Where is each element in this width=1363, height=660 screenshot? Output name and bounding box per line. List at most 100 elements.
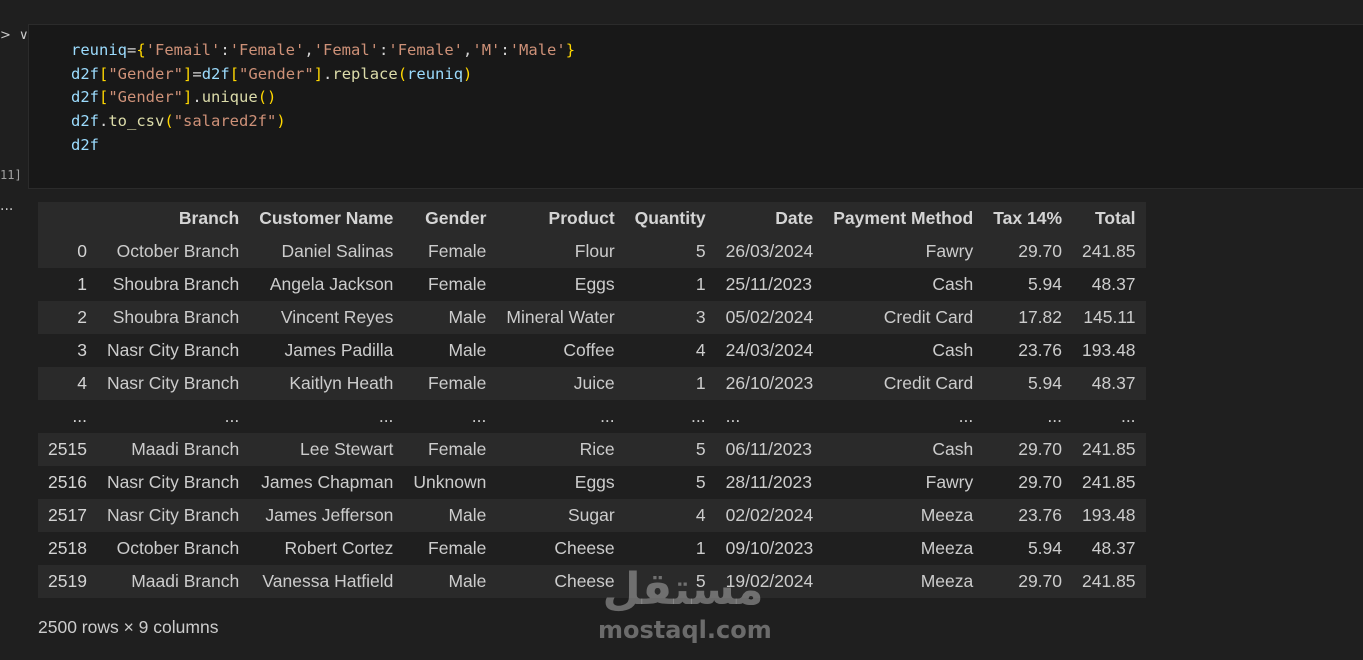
table-cell: 145.11 bbox=[1083, 307, 1136, 327]
table-cell: James Jefferson bbox=[265, 505, 394, 525]
row-index: 3 bbox=[77, 340, 87, 360]
table-cell: 48.37 bbox=[1091, 538, 1136, 558]
table-cell: 5.94 bbox=[1027, 274, 1063, 294]
code-token: d2f bbox=[71, 64, 99, 83]
code-token: : bbox=[379, 41, 389, 59]
table-cell: 05/02/2024 bbox=[725, 307, 814, 327]
dataframe-table: Branch Customer Name Gender Product Quantity… bbox=[38, 202, 1146, 598]
code-token: "Gender" bbox=[108, 64, 183, 83]
table-cell: Angela Jackson bbox=[269, 274, 394, 294]
code-token: ] bbox=[183, 64, 193, 83]
column-header: Customer Name bbox=[259, 208, 394, 228]
table-cell: 1 bbox=[695, 373, 706, 393]
table-cell: 19/02/2024 bbox=[725, 571, 814, 591]
table-cell: 241.85 bbox=[1082, 439, 1136, 459]
table-cell: October Branch bbox=[116, 241, 240, 261]
cell-collapse-chevron[interactable]: > ∨ bbox=[0, 28, 31, 43]
table-cell: 5 bbox=[695, 472, 706, 492]
row-index: 0 bbox=[77, 241, 87, 261]
table-cell: Juice bbox=[573, 373, 615, 393]
table-cell: Eggs bbox=[574, 472, 615, 492]
table-cell: 5 bbox=[695, 571, 706, 591]
column-header: Gender bbox=[425, 208, 487, 228]
table-row: 1 Shoubra Branch Angela Jackson Female Eggs 1… bbox=[38, 268, 1146, 301]
code-token: to_csv bbox=[108, 112, 165, 131]
code-token: () bbox=[257, 88, 277, 107]
code-cell-editor[interactable]: reuniq={'Femail':'Female','Femal':'Femal… bbox=[28, 24, 1363, 189]
column-header: Product bbox=[548, 208, 615, 228]
table-cell: 241.85 bbox=[1082, 472, 1136, 492]
table-cell: 17.82 bbox=[1018, 307, 1063, 327]
table-cell: Maadi Branch bbox=[131, 571, 240, 591]
watermark-latin: mostaql.com bbox=[598, 616, 772, 644]
table-cell: 26/10/2023 bbox=[725, 373, 814, 393]
table-cell: Meeza bbox=[920, 571, 974, 591]
code-token: : bbox=[500, 41, 510, 59]
row-index: 2515 bbox=[48, 439, 87, 459]
table-cell: 1 bbox=[695, 274, 706, 294]
code-token: 'Female' bbox=[388, 41, 464, 59]
code-token: ) bbox=[276, 112, 286, 131]
table-cell: Female bbox=[428, 241, 487, 261]
table-cell: 06/11/2023 bbox=[725, 439, 812, 459]
code-token: ( bbox=[397, 64, 408, 83]
table-cell: Male bbox=[448, 340, 487, 360]
table-cell: ... bbox=[1047, 406, 1063, 426]
table-cell: Eggs bbox=[574, 274, 615, 294]
table-cell: 25/11/2023 bbox=[725, 274, 812, 294]
output-menu-icon[interactable]: ... bbox=[0, 198, 13, 214]
code-line: d2f["Gender"].unique() bbox=[71, 86, 575, 110]
code-token: 'Femail' bbox=[145, 41, 221, 59]
table-cell: 5.94 bbox=[1027, 538, 1063, 558]
code-token: unique bbox=[201, 88, 258, 107]
column-header: Date bbox=[775, 208, 814, 228]
table-cell: Fawry bbox=[925, 241, 974, 261]
column-header: Tax 14% bbox=[993, 208, 1063, 228]
row-index: 1 bbox=[77, 274, 87, 294]
table-cell: Cash bbox=[932, 439, 974, 459]
table-cell: 02/02/2024 bbox=[725, 505, 814, 525]
table-cell: 23.76 bbox=[1018, 340, 1063, 360]
table-cell: ... bbox=[378, 406, 394, 426]
code-token: d2f bbox=[71, 135, 99, 154]
row-index: 2518 bbox=[48, 538, 87, 558]
code-token: reuniq bbox=[71, 41, 127, 59]
code-token: . bbox=[192, 88, 202, 107]
table-cell: Sugar bbox=[567, 505, 615, 525]
table-cell: 29.70 bbox=[1018, 571, 1063, 591]
code-token: d2f bbox=[71, 112, 99, 131]
table-row: 2516 Nasr City Branch James Chapman Unknown… bbox=[38, 466, 1146, 499]
table-cell: Fawry bbox=[925, 472, 974, 492]
code-token: { bbox=[136, 41, 146, 59]
code-line: d2f["Gender"]=d2f["Gender"].replace(reun… bbox=[71, 63, 575, 87]
table-cell: ... bbox=[725, 406, 741, 426]
code-token: , bbox=[463, 41, 473, 59]
table-cell: Nasr City Branch bbox=[106, 340, 240, 360]
table-cell: Female bbox=[428, 538, 487, 558]
table-cell: Nasr City Branch bbox=[106, 373, 240, 393]
code-token: ) bbox=[463, 64, 473, 83]
table-cell: Meeza bbox=[920, 538, 974, 558]
table-cell: 4 bbox=[695, 505, 706, 525]
table-cell: Male bbox=[448, 505, 487, 525]
table-cell: Flour bbox=[574, 241, 615, 261]
code-token: [ bbox=[99, 64, 109, 83]
table-cell: Shoubra Branch bbox=[112, 274, 240, 294]
table-cell: Credit Card bbox=[883, 373, 974, 393]
table-row: 2517 Nasr City Branch James Jefferson Male S… bbox=[38, 499, 1146, 532]
code-token: ( bbox=[164, 112, 174, 131]
table-cell: 5.94 bbox=[1027, 373, 1063, 393]
row-index: 2519 bbox=[48, 571, 87, 591]
column-header: Total bbox=[1095, 208, 1136, 228]
table-row: 2518 October Branch Robert Cortez Female Che… bbox=[38, 532, 1146, 565]
table-cell: Cash bbox=[932, 340, 974, 360]
column-header: Quantity bbox=[634, 208, 706, 228]
row-index: ... bbox=[72, 406, 87, 426]
code-block[interactable]: reuniq={'Femail':'Female','Femal':'Femal… bbox=[71, 39, 575, 157]
row-index: 4 bbox=[77, 373, 87, 393]
code-token: ] bbox=[183, 88, 193, 107]
code-token: ] bbox=[313, 64, 324, 83]
table-row: 2519 Maadi Branch Vanessa Hatfield Male Chee… bbox=[38, 565, 1146, 598]
table-cell: Coffee bbox=[563, 340, 615, 360]
table-cell: 241.85 bbox=[1082, 571, 1136, 591]
